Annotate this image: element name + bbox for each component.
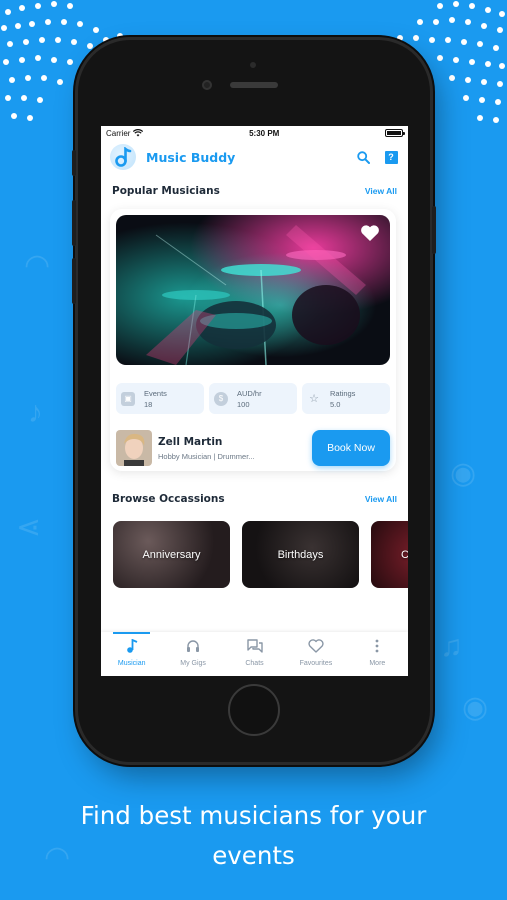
status-time: 5:30 PM xyxy=(249,128,280,138)
book-now-button[interactable]: Book Now xyxy=(312,430,390,466)
musician-name: Zell Martin xyxy=(158,435,223,448)
tab-label: Chats xyxy=(245,660,264,667)
stat-events: ▣ Events 18 xyxy=(116,383,204,414)
stat-value: 5.0 xyxy=(330,399,341,409)
power-button xyxy=(432,206,436,254)
musician-card[interactable]: ▣ Events 18 $ AUD/hr 100 ☆ Ratings 5.0 Z… xyxy=(110,209,396,471)
occasion-card-birthdays[interactable]: Birthdays xyxy=(242,521,359,588)
music-note-icon: ♪ xyxy=(28,396,43,429)
view-all-occasions-link[interactable]: View All xyxy=(365,494,397,504)
music-note-icon[interactable] xyxy=(110,144,136,170)
tab-label: More xyxy=(369,660,386,667)
occasion-label: Birthdays xyxy=(277,548,324,561)
stat-label: Events xyxy=(144,388,167,398)
occasion-card-anniversary[interactable]: Anniversary xyxy=(113,521,230,588)
front-camera xyxy=(202,80,212,90)
stat-value: 100 xyxy=(237,399,250,409)
bottom-tab-bar: Musician My Gigs Chats Favourites More xyxy=(101,632,408,676)
share-icon: ⋖ xyxy=(16,511,42,544)
occasion-card-partial[interactable]: C xyxy=(371,521,408,588)
musician-stats: ▣ Events 18 $ AUD/hr 100 ☆ Ratings 5.0 xyxy=(116,383,390,414)
app-header: Music Buddy ? xyxy=(101,140,408,174)
help-icon[interactable]: ? xyxy=(384,150,398,164)
status-bar: Carrier 5:30 PM xyxy=(101,126,408,140)
avatar xyxy=(116,430,152,466)
carrier-label: Carrier xyxy=(106,128,131,138)
view-all-popular-link[interactable]: View All xyxy=(365,186,397,196)
musician-profile-row: Zell Martin Hobby Musician | Drummer... … xyxy=(116,430,390,466)
tab-favourites[interactable]: Favourites xyxy=(285,632,346,676)
occasion-label: C xyxy=(401,548,408,561)
wifi-icon xyxy=(133,129,144,137)
phone-frame: Carrier 5:30 PM Music Buddy ? Popular Mu… xyxy=(72,40,436,762)
occasions-carousel: Anniversary Birthdays C xyxy=(101,521,408,588)
star-icon: ☆ xyxy=(309,393,319,405)
stat-label: Ratings xyxy=(330,388,356,398)
music-note-icon xyxy=(126,638,138,654)
browse-occasions-header: Browse Occassions View All xyxy=(101,493,408,505)
caption-line-1: Find best musicians for your xyxy=(80,801,427,830)
play-icon: ◉ xyxy=(450,457,477,490)
occasion-label: Anniversary xyxy=(142,548,201,561)
headphones-icon xyxy=(186,638,200,654)
popular-musicians-header: Popular Musicians View All xyxy=(101,185,408,197)
tab-chats[interactable]: Chats xyxy=(224,632,285,676)
app-screen: Carrier 5:30 PM Music Buddy ? Popular Mu… xyxy=(101,126,408,676)
section-title-popular: Popular Musicians xyxy=(112,185,220,197)
favorite-heart-icon[interactable] xyxy=(360,224,380,247)
earpiece-speaker xyxy=(230,82,278,88)
tab-label: Favourites xyxy=(299,660,333,667)
stat-ratings: ☆ Ratings 5.0 xyxy=(302,383,390,414)
dollar-icon: $ xyxy=(214,391,228,406)
home-button[interactable] xyxy=(228,684,280,736)
ticket-icon: ▣ xyxy=(121,391,135,406)
more-vertical-icon xyxy=(375,638,379,654)
mute-switch xyxy=(72,150,76,176)
tab-more[interactable]: More xyxy=(347,632,408,676)
volume-down-button xyxy=(72,258,76,304)
chat-icon xyxy=(246,638,263,654)
heart-icon xyxy=(308,638,324,654)
caption-line-2: events xyxy=(212,841,295,870)
music-note-icon: ♫ xyxy=(440,630,463,663)
stat-label: AUD/hr xyxy=(237,388,262,398)
tab-musician[interactable]: Musician xyxy=(101,632,162,676)
section-title-browse: Browse Occassions xyxy=(112,493,225,505)
stat-rate: $ AUD/hr 100 xyxy=(209,383,297,414)
headphones-icon: ◠ xyxy=(24,249,51,282)
tab-my-gigs[interactable]: My Gigs xyxy=(162,632,223,676)
pause-icon: ◉ xyxy=(462,691,489,724)
search-icon[interactable] xyxy=(356,150,370,164)
musician-role: Hobby Musician | Drummer... xyxy=(158,451,255,461)
app-title: Music Buddy xyxy=(146,149,236,165)
tab-label: Musician xyxy=(117,660,146,667)
marketing-caption: Find best musicians for your events xyxy=(0,796,507,876)
battery-icon xyxy=(385,129,405,137)
proximity-sensor xyxy=(250,62,256,68)
stat-value: 18 xyxy=(144,399,153,409)
tab-label: My Gigs xyxy=(180,660,206,667)
musician-hero-image xyxy=(116,215,390,365)
volume-up-button xyxy=(72,200,76,246)
